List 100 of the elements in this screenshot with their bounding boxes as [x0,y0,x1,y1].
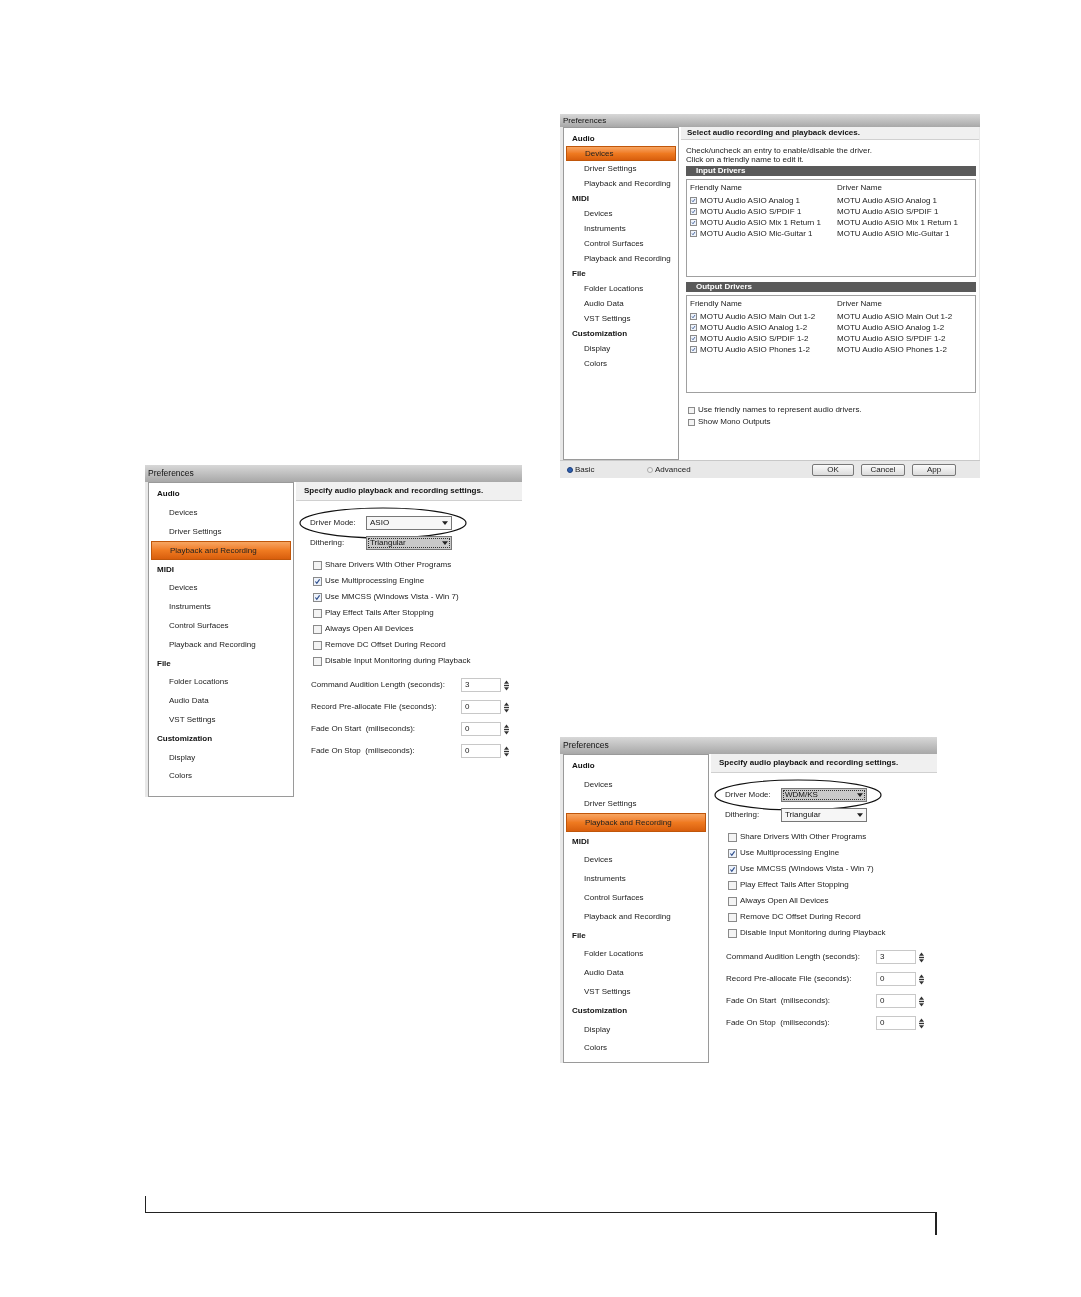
friendly-name[interactable]: MOTU Audio ASIO S/PDIF 1-2 [700,334,809,343]
sidebar-item[interactable]: Control Surfaces [566,236,676,251]
checkbox[interactable] [690,324,697,331]
sidebar-item[interactable]: Playback and Recording [151,541,291,561]
sidebar-item[interactable]: Colors [566,1038,706,1058]
dialog-button[interactable]: OK [812,463,854,476]
dialog-button[interactable]: App [912,463,956,476]
sidebar-item[interactable]: Devices [566,775,706,795]
driver-name: MOTU Audio ASIO Main Out 1-2 [837,312,953,321]
checkbox[interactable] [688,418,695,426]
checkbox[interactable] [688,406,695,414]
dialog-button[interactable]: Cancel [861,463,905,476]
sidebar-item[interactable]: Folder Locations [151,672,291,692]
checkbox[interactable] [728,928,737,938]
sidebar-item[interactable]: Audio Data [151,691,291,711]
checkbox[interactable] [728,864,737,874]
window-title: Preferences [563,114,607,127]
checkbox[interactable] [313,560,322,570]
friendly-name[interactable]: MOTU Audio ASIO S/PDIF 1 [700,207,802,216]
checkbox[interactable] [313,608,322,618]
sidebar-item[interactable]: Instruments [566,869,706,889]
checkbox[interactable] [690,197,697,204]
friendly-name[interactable]: MOTU Audio ASIO Phones 1-2 [700,345,810,354]
checkbox[interactable] [728,896,737,906]
sidebar-item[interactable]: Control Surfaces [566,888,706,908]
sidebar-item[interactable]: VST Settings [566,311,676,326]
checkbox-label: Remove DC Offset During Record [325,639,446,651]
sidebar-item[interactable]: Driver Settings [151,522,291,542]
radio-button[interactable] [647,466,653,473]
column-header: Driver Name [837,183,882,192]
checkbox[interactable] [728,912,737,922]
number-field[interactable]: 0 [876,994,916,1008]
sidebar-item[interactable]: Folder Locations [566,944,706,964]
sidebar-item[interactable]: Display [151,748,291,767]
sidebar-item[interactable]: Audio Data [566,296,676,311]
dropdown[interactable]: Triangular [366,535,452,550]
spinner-icon[interactable] [919,972,924,986]
number-field[interactable]: 3 [461,678,501,692]
sidebar-item[interactable]: Instruments [566,221,676,236]
checkbox-label: Use MMCSS (Windows Vista - Win 7) [325,591,459,603]
sidebar-item[interactable]: VST Settings [151,710,291,730]
friendly-name[interactable]: MOTU Audio ASIO Mix 1 Return 1 [700,218,821,227]
spinner-icon[interactable] [919,994,924,1008]
sidebar-item[interactable]: Playback and Recording [566,907,706,927]
dropdown[interactable]: Triangular [781,807,867,822]
number-field[interactable]: 0 [461,722,501,736]
sidebar-item[interactable]: Instruments [151,597,291,617]
sidebar-item[interactable]: Devices [566,146,676,161]
section-title: Output Drivers [696,283,752,291]
dropdown[interactable]: WDM/KS [781,787,867,802]
checkbox[interactable] [690,313,697,320]
sidebar-item[interactable]: Colors [151,766,291,786]
dropdown[interactable]: ASIO [366,515,452,530]
sidebar-item[interactable]: Playback and Recording [151,635,291,655]
sidebar-item[interactable]: Colors [566,356,676,371]
number-field[interactable]: 0 [461,700,501,714]
spinner-icon[interactable] [504,678,509,692]
friendly-name[interactable]: MOTU Audio ASIO Mic-Guitar 1 [700,229,813,238]
sidebar-item[interactable]: Devices [151,579,291,598]
spinner-icon[interactable] [919,1016,924,1030]
sidebar-item[interactable]: Folder Locations [566,281,676,296]
checkbox[interactable] [728,832,737,842]
spinner-icon[interactable] [504,700,509,714]
checkbox[interactable] [313,624,322,634]
number-field[interactable]: 3 [876,950,916,964]
sidebar-item[interactable]: Display [566,1020,706,1039]
sidebar-item[interactable]: Playback and Recording [566,813,706,833]
spinner-icon[interactable] [919,950,924,964]
sidebar-item[interactable]: Devices [151,503,291,523]
sidebar-item[interactable]: Driver Settings [566,161,676,176]
checkbox[interactable] [313,592,322,602]
friendly-name[interactable]: MOTU Audio ASIO Analog 1 [700,196,801,205]
sidebar-item[interactable]: Driver Settings [566,794,706,814]
checkbox[interactable] [313,656,322,666]
sidebar-item[interactable]: Audio Data [566,963,706,983]
friendly-name[interactable]: MOTU Audio ASIO Main Out 1-2 [700,312,816,321]
sidebar-item[interactable]: VST Settings [566,982,706,1002]
checkbox-label: Share Drivers With Other Programs [740,831,867,843]
checkbox[interactable] [313,576,322,586]
sidebar-item[interactable]: Playback and Recording [566,176,676,191]
sidebar-item[interactable]: Control Surfaces [151,616,291,636]
number-field[interactable]: 0 [876,1016,916,1030]
spinner-icon[interactable] [504,722,509,736]
sidebar-item[interactable]: Devices [566,851,706,870]
checkbox[interactable] [690,335,697,342]
number-field[interactable]: 0 [461,744,501,758]
friendly-name[interactable]: MOTU Audio ASIO Analog 1-2 [700,323,808,332]
sidebar-item[interactable]: Devices [566,206,676,221]
checkbox[interactable] [690,346,697,353]
checkbox[interactable] [728,880,737,890]
radio-button[interactable] [567,466,573,473]
checkbox[interactable] [690,219,697,226]
number-field[interactable]: 0 [876,972,916,986]
checkbox[interactable] [690,208,697,215]
sidebar-item[interactable]: Playback and Recording [566,251,676,266]
sidebar-item[interactable]: Display [566,341,676,356]
spinner-icon[interactable] [504,744,509,758]
checkbox[interactable] [313,640,322,650]
checkbox[interactable] [690,230,697,237]
checkbox[interactable] [728,848,737,858]
